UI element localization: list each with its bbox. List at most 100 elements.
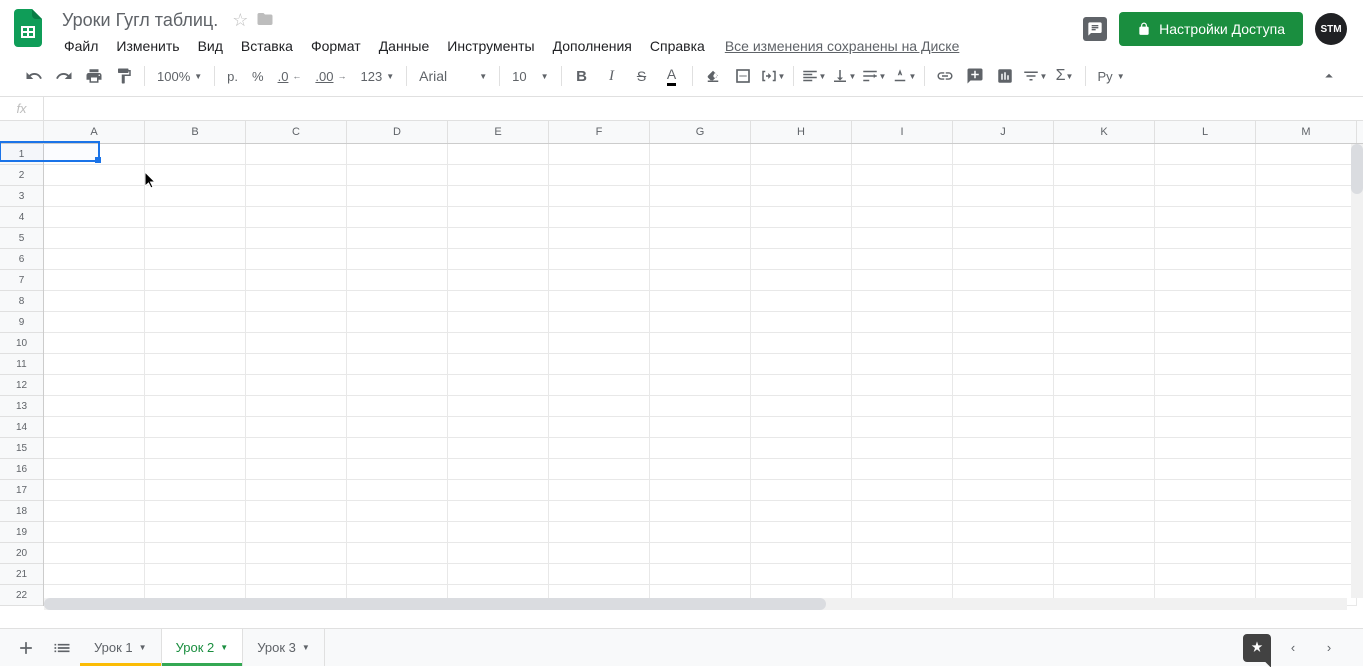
column-header-K[interactable]: K <box>1054 121 1155 143</box>
cell[interactable] <box>1054 375 1155 396</box>
cell[interactable] <box>852 522 953 543</box>
row-header-9[interactable]: 9 <box>0 312 43 333</box>
row-header-6[interactable]: 6 <box>0 249 43 270</box>
cell[interactable] <box>448 354 549 375</box>
cell[interactable] <box>953 312 1054 333</box>
cell[interactable] <box>650 228 751 249</box>
cell[interactable] <box>549 165 650 186</box>
format-percent-button[interactable]: % <box>246 65 270 88</box>
cell[interactable] <box>246 333 347 354</box>
text-color-button[interactable]: A <box>658 62 686 90</box>
cell[interactable] <box>852 333 953 354</box>
cell[interactable] <box>1256 417 1357 438</box>
cell[interactable] <box>44 417 145 438</box>
cell[interactable] <box>145 165 246 186</box>
zoom-select[interactable]: 100%▼ <box>151 65 208 88</box>
cell[interactable] <box>347 501 448 522</box>
row-header-12[interactable]: 12 <box>0 375 43 396</box>
cell[interactable] <box>1155 312 1256 333</box>
cell[interactable] <box>549 396 650 417</box>
cell[interactable] <box>145 480 246 501</box>
cell[interactable] <box>650 165 751 186</box>
cell[interactable] <box>1155 144 1256 165</box>
fill-color-button[interactable] <box>699 62 727 90</box>
cell[interactable] <box>1256 270 1357 291</box>
cell[interactable] <box>448 459 549 480</box>
column-header-J[interactable]: J <box>953 121 1054 143</box>
cell[interactable] <box>1054 333 1155 354</box>
cell[interactable] <box>246 375 347 396</box>
cell[interactable] <box>1054 480 1155 501</box>
sheet-tab-menu-icon[interactable]: ▼ <box>139 643 147 652</box>
cell[interactable] <box>1054 417 1155 438</box>
cell[interactable] <box>650 480 751 501</box>
cell[interactable] <box>1155 228 1256 249</box>
cell[interactable] <box>549 333 650 354</box>
cell[interactable] <box>1054 438 1155 459</box>
cell[interactable] <box>1256 522 1357 543</box>
cell[interactable] <box>650 186 751 207</box>
cell[interactable] <box>1054 207 1155 228</box>
row-header-1[interactable]: 1 <box>0 144 43 165</box>
cell[interactable] <box>145 312 246 333</box>
cell[interactable] <box>852 354 953 375</box>
cell[interactable] <box>650 417 751 438</box>
cell[interactable] <box>347 249 448 270</box>
cell[interactable] <box>246 144 347 165</box>
sheet-tab-menu-icon[interactable]: ▼ <box>220 643 228 652</box>
cell[interactable] <box>1256 459 1357 480</box>
cell[interactable] <box>448 249 549 270</box>
cell[interactable] <box>145 375 246 396</box>
cell[interactable] <box>1054 354 1155 375</box>
cell[interactable] <box>1256 186 1357 207</box>
cell[interactable] <box>246 438 347 459</box>
cell[interactable] <box>1054 543 1155 564</box>
cell[interactable] <box>1054 186 1155 207</box>
cell[interactable] <box>1155 354 1256 375</box>
cell[interactable] <box>549 144 650 165</box>
cell[interactable] <box>347 438 448 459</box>
cell[interactable] <box>1256 144 1357 165</box>
cell[interactable] <box>347 480 448 501</box>
cell[interactable] <box>953 396 1054 417</box>
menu-insert[interactable]: Вставка <box>233 34 301 58</box>
cell[interactable] <box>44 249 145 270</box>
cell[interactable] <box>1256 564 1357 585</box>
formula-input[interactable] <box>44 97 1363 120</box>
cell[interactable] <box>1155 249 1256 270</box>
cell[interactable] <box>1155 501 1256 522</box>
row-header-20[interactable]: 20 <box>0 543 43 564</box>
cell[interactable] <box>448 501 549 522</box>
redo-button[interactable] <box>50 62 78 90</box>
menu-format[interactable]: Формат <box>303 34 369 58</box>
more-formats-button[interactable]: 123▼ <box>355 65 401 88</box>
cell[interactable] <box>751 438 852 459</box>
cell[interactable] <box>347 207 448 228</box>
cell[interactable] <box>44 459 145 480</box>
account-avatar[interactable]: STM <box>1315 13 1347 45</box>
cell[interactable] <box>347 270 448 291</box>
cell[interactable] <box>953 186 1054 207</box>
cell[interactable] <box>751 396 852 417</box>
cell[interactable] <box>751 522 852 543</box>
cell[interactable] <box>953 417 1054 438</box>
cell[interactable] <box>145 417 246 438</box>
text-rotation-button[interactable]: ▼ <box>890 62 918 90</box>
sheet-tab-2[interactable]: Урок 2▼ <box>162 629 244 666</box>
cell[interactable] <box>246 207 347 228</box>
borders-button[interactable] <box>729 62 757 90</box>
cell[interactable] <box>650 270 751 291</box>
insert-comment-button[interactable] <box>961 62 989 90</box>
cell[interactable] <box>953 480 1054 501</box>
cell[interactable] <box>650 207 751 228</box>
row-header-16[interactable]: 16 <box>0 459 43 480</box>
column-header-C[interactable]: C <box>246 121 347 143</box>
cell[interactable] <box>549 417 650 438</box>
cell[interactable] <box>650 375 751 396</box>
cell[interactable] <box>347 522 448 543</box>
row-header-3[interactable]: 3 <box>0 186 43 207</box>
cell[interactable] <box>953 375 1054 396</box>
cell[interactable] <box>650 249 751 270</box>
cell[interactable] <box>852 417 953 438</box>
cell[interactable] <box>44 270 145 291</box>
